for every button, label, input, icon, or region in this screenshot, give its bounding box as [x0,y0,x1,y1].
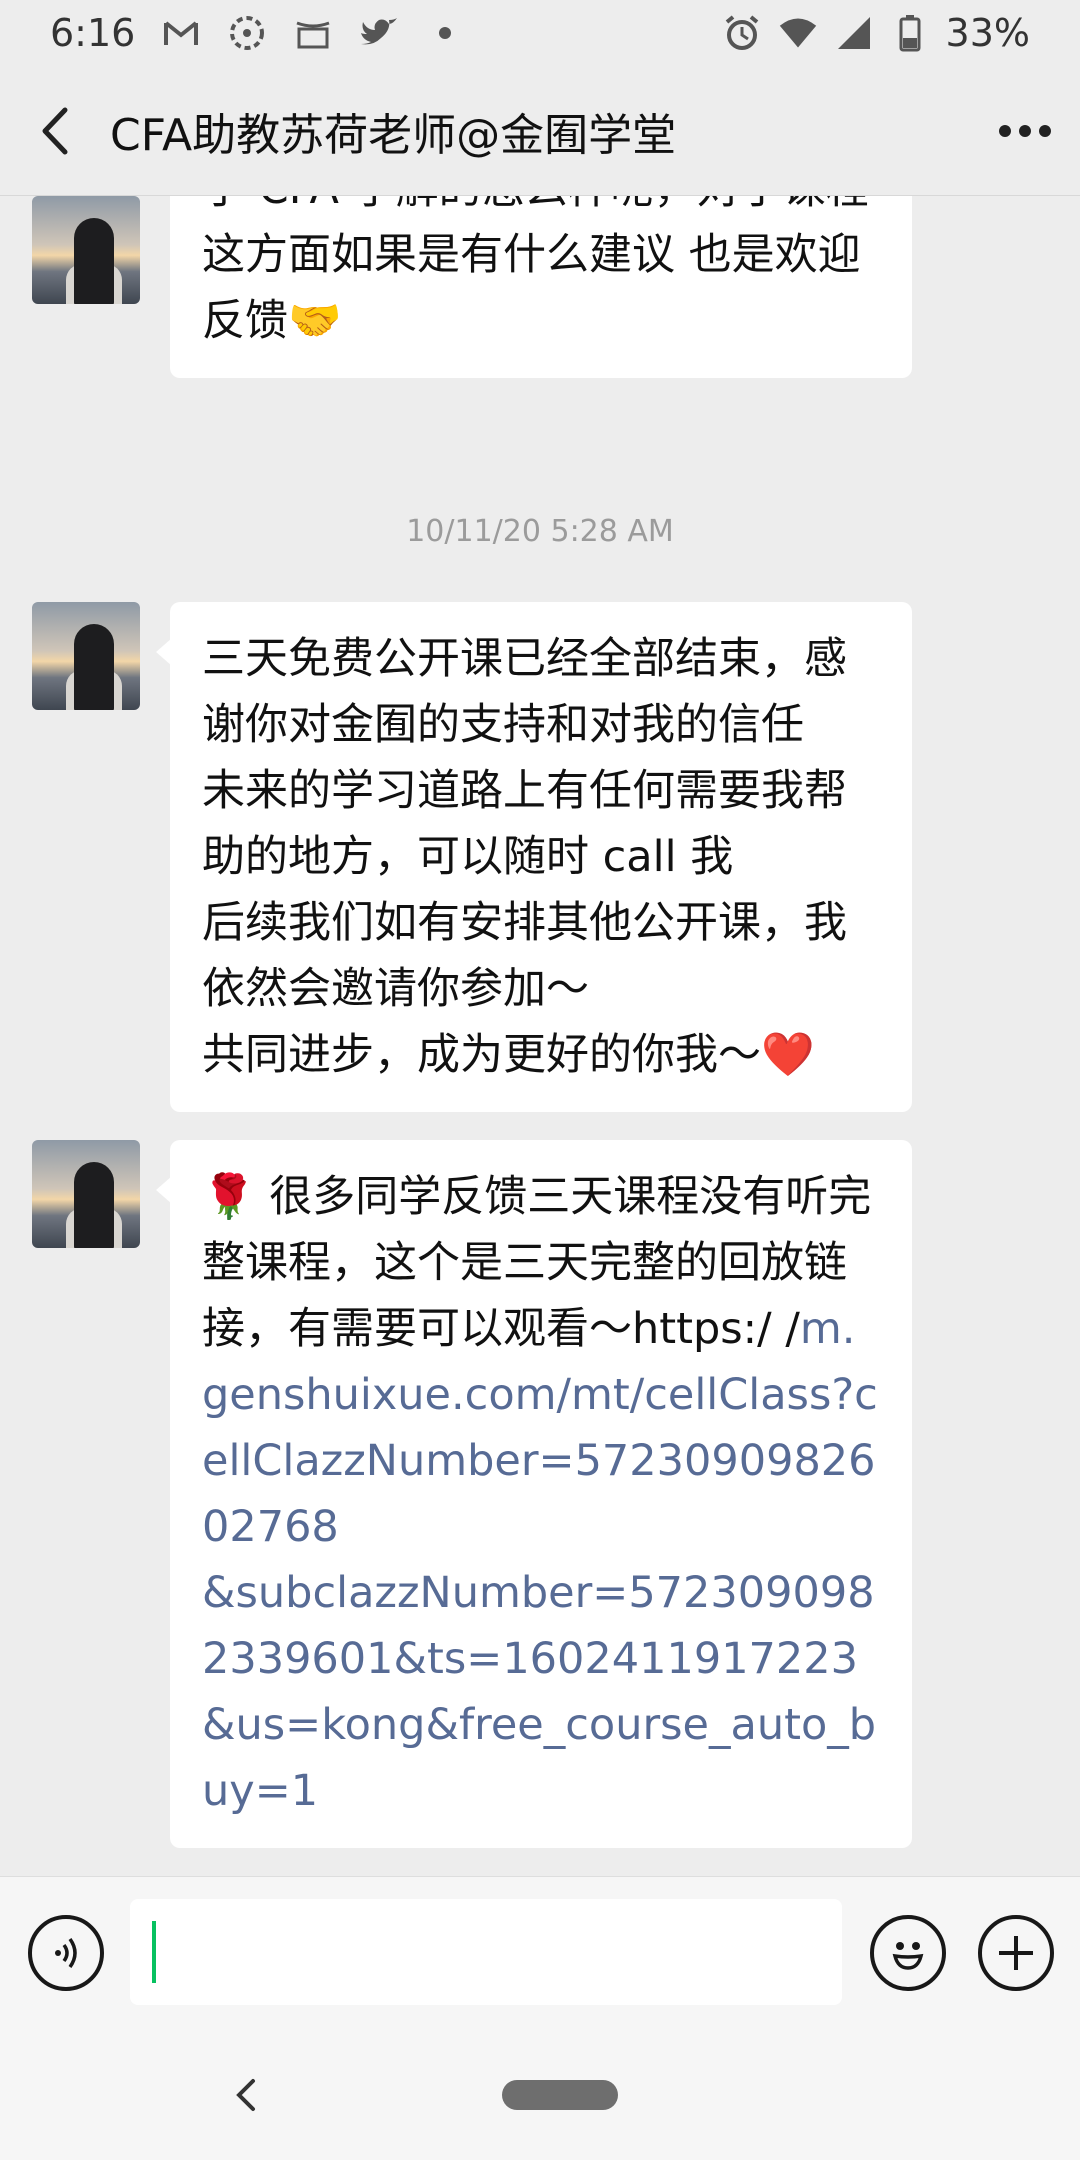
battery-percent: 33% [945,11,1030,55]
plus-icon [999,1936,1033,1970]
message-bubble[interactable]: 三天课程已经圆满结束～🌹 这边对于 CFA 了解的怎么样呢，对于课程这方面如果是… [170,196,912,378]
amazon-icon [293,13,333,53]
message-bubble[interactable]: 🌹 很多同学反馈三天课程没有听完整课程，这个是三天完整的回放链接，有需要可以观看… [156,1140,912,1848]
dot-icon [425,13,465,53]
emoji-button[interactable] [870,1915,946,1991]
photos-icon [227,13,267,53]
chat-header: CFA助教苏荷老师@金囿学堂 [0,66,1080,196]
message-text: 🌹 很多同学反馈三天课程没有听完整课程，这个是三天完整的回放链接，有需要可以观看… [202,1172,872,1354]
message-timestamp: 10/11/20 5:28 AM [406,514,674,549]
message-input[interactable] [130,1899,842,2005]
gmail-icon [161,13,201,53]
more-options-button[interactable] [970,66,1080,196]
smiley-icon [892,1942,924,1970]
input-bar [0,1876,1080,2030]
text-cursor [152,1921,156,1983]
replay-link[interactable]: m.genshuixue.com/mt/cellClass?cellClazzN… [202,1304,878,1816]
voice-button[interactable] [28,1915,104,1991]
voice-icon [55,1937,77,1969]
status-bar: 6:16 33% [0,0,1080,66]
avatar[interactable] [32,196,140,304]
back-button[interactable] [0,66,110,196]
cell-signal-icon [834,13,874,53]
chevron-left-icon [236,2079,255,2111]
battery-icon [890,13,930,53]
more-functions-button[interactable] [978,1915,1054,1991]
home-pill[interactable] [502,2080,618,2110]
chat-title: CFA助教苏荷老师@金囿学堂 [110,109,677,161]
wifi-icon [778,13,818,53]
system-back-button[interactable] [220,2070,270,2120]
message-bubble[interactable]: 三天免费公开课已经全部结束，感谢你对金囿的支持和对我的信任 未来的学习道路上有任… [156,602,912,1112]
status-time: 6:16 [50,11,136,55]
more-dots-icon [999,124,1051,137]
avatar[interactable] [32,1140,140,1248]
chevron-left-icon [42,107,68,154]
message-list[interactable]: 三天课程已经圆满结束～🌹 这边对于 CFA 了解的怎么样呢，对于课程这方面如果是… [0,196,1080,1876]
twitter-icon [359,13,399,53]
avatar[interactable] [32,602,140,710]
alarm-icon [722,13,762,53]
system-nav-bar [0,2030,1080,2160]
